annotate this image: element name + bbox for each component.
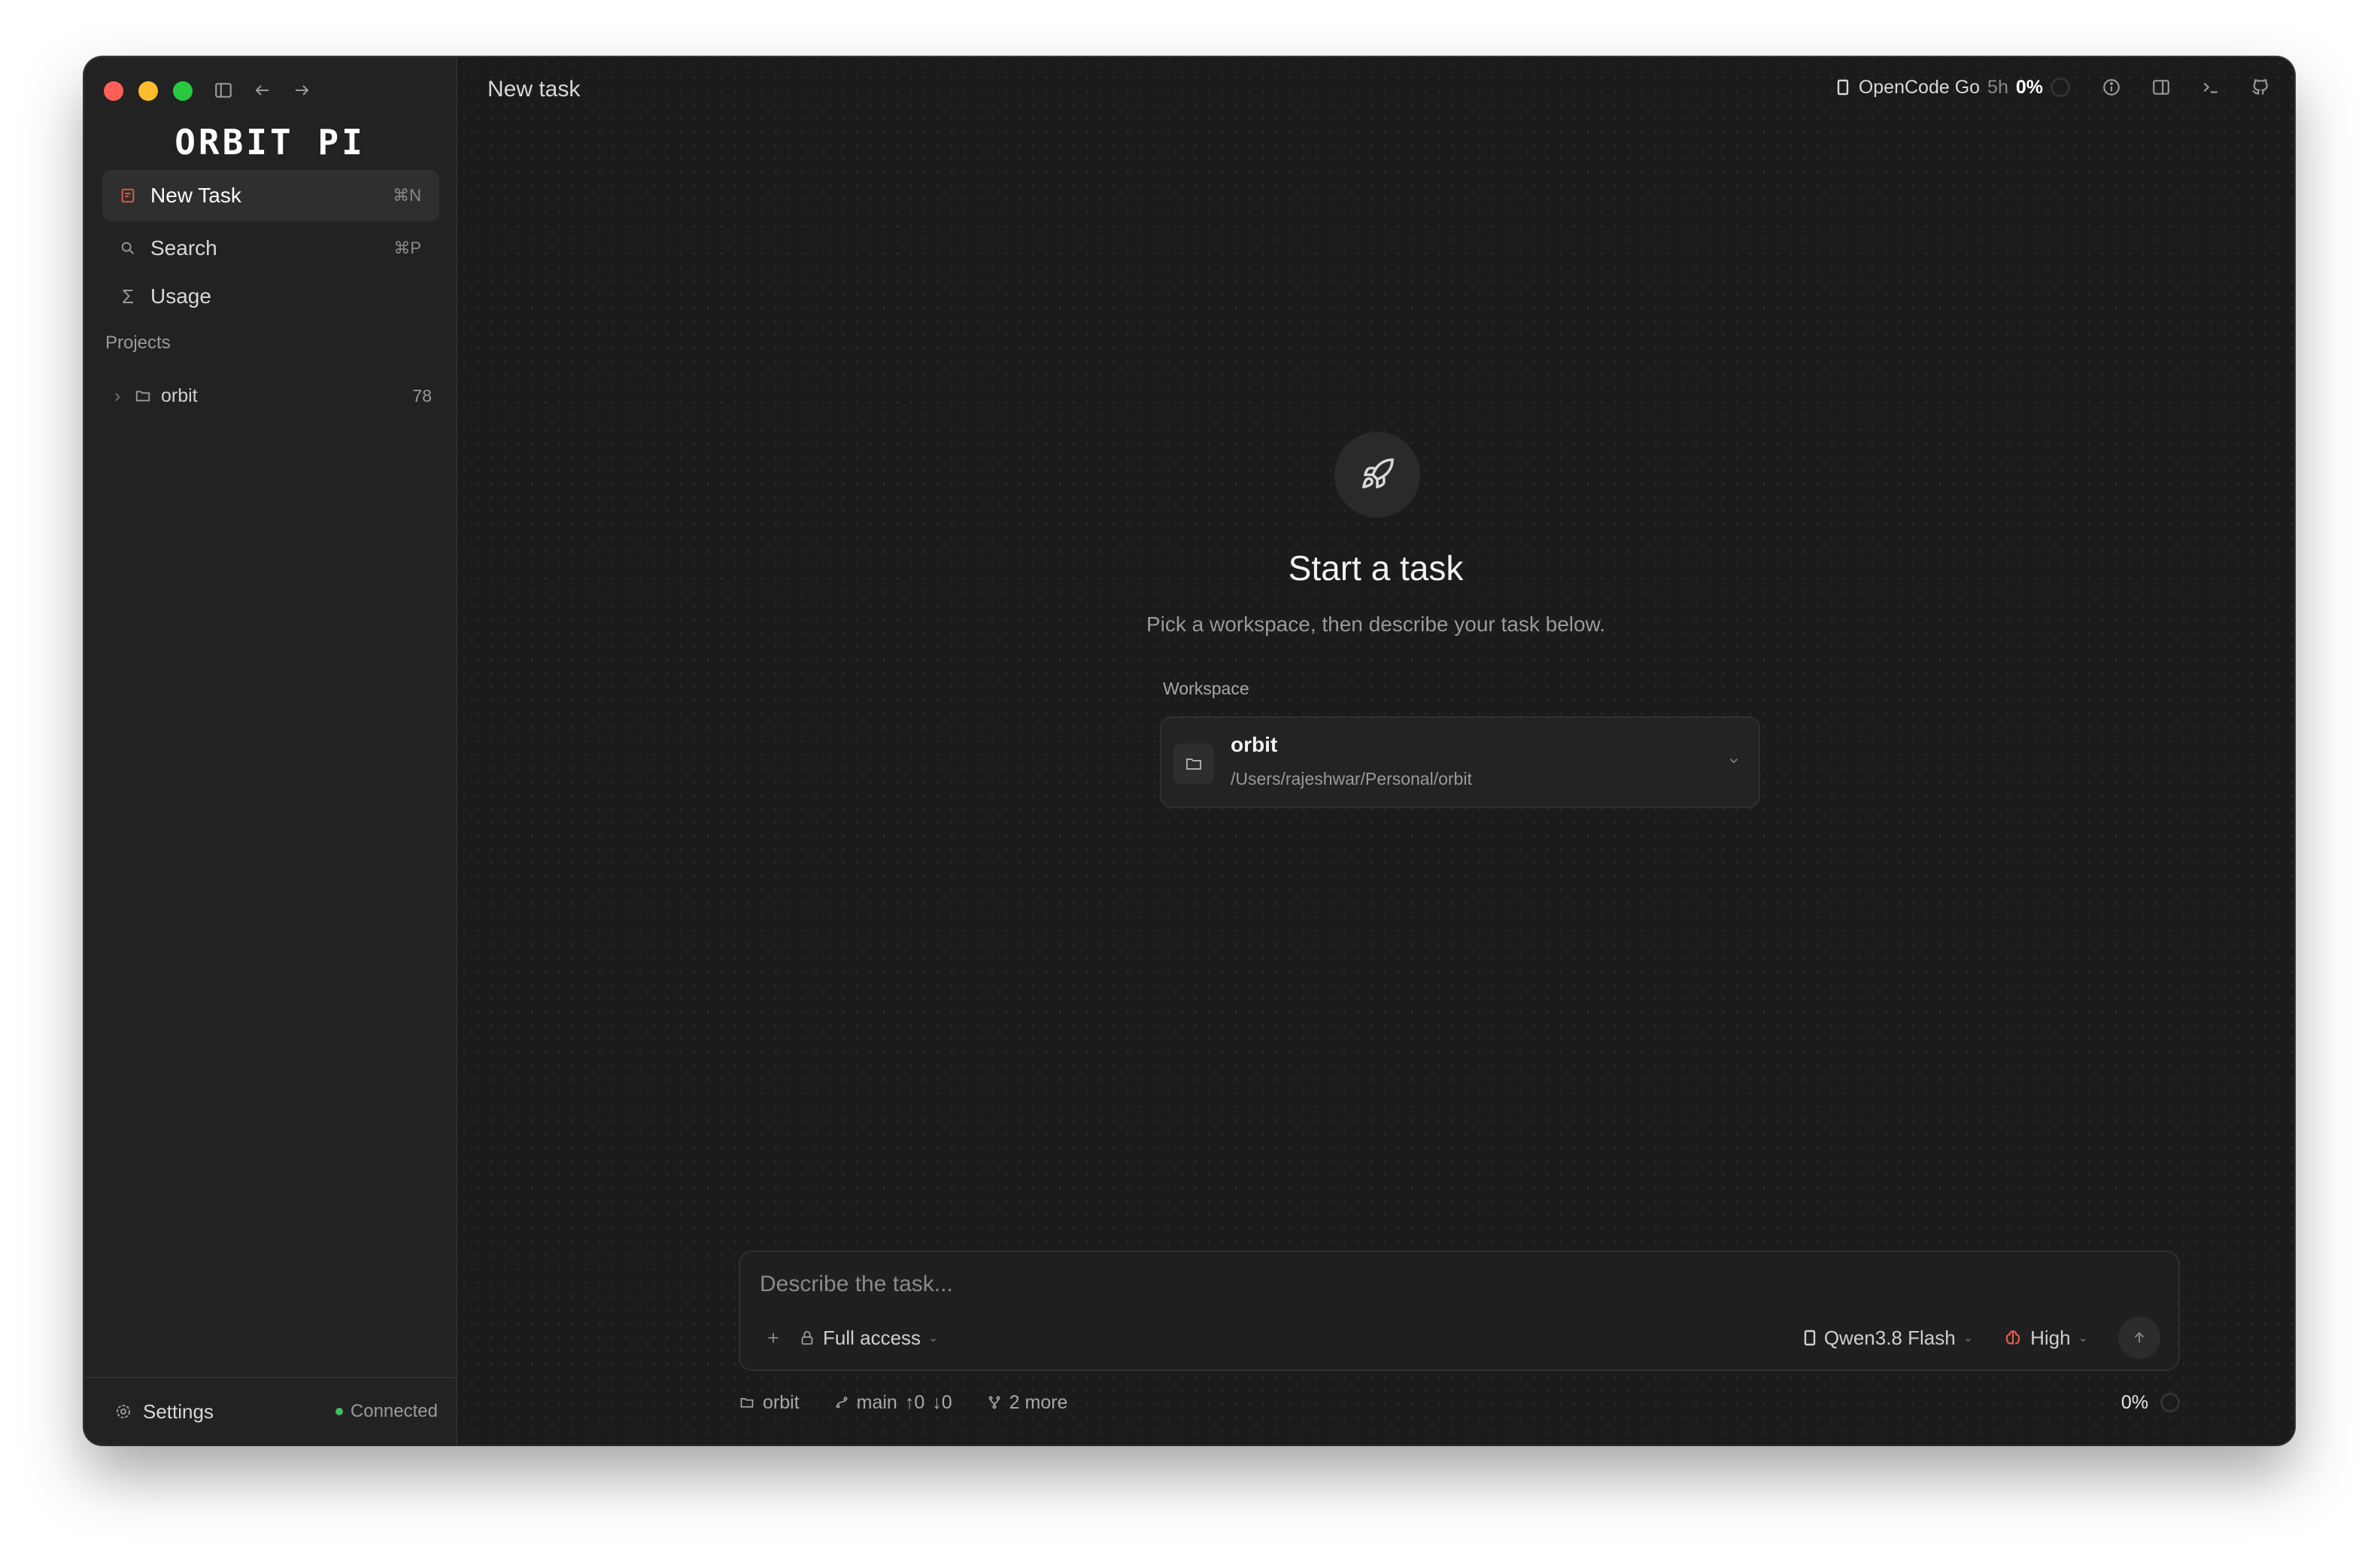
panel-toggle-icon[interactable]	[2150, 74, 2172, 101]
folder-icon	[740, 1398, 754, 1408]
send-button[interactable]	[2118, 1317, 2160, 1359]
usage-button[interactable]: Σ Usage	[102, 271, 439, 322]
chevron-right-icon[interactable]: ›	[114, 385, 129, 407]
main-panel: New task OpenCode Go 5h 0% Start a task …	[457, 57, 2294, 1445]
workspace-path: /Users/rajeshwar/Personal/orbit	[1231, 769, 1472, 789]
task-input[interactable]: Describe the task...	[760, 1272, 953, 1297]
close-window-button[interactable]	[104, 81, 123, 101]
window-controls	[104, 81, 193, 101]
back-arrow-icon[interactable]	[251, 77, 274, 104]
header-toolbar: OpenCode Go 5h 0%	[1836, 74, 2272, 101]
search-button[interactable]: Search ⌘P	[102, 223, 439, 274]
sidebar: ORBIT PI New Task ⌘N Search ⌘P Σ Usage P…	[84, 57, 457, 1445]
sidebar-footer: Settings Connected	[84, 1377, 456, 1445]
project-count: 78	[412, 385, 432, 406]
usage-label: Usage	[150, 284, 211, 308]
forward-arrow-icon[interactable]	[290, 77, 313, 104]
task-composer: Describe the task... Full access ⌄ Qwen3…	[739, 1251, 2180, 1371]
device-icon	[1837, 79, 1849, 96]
status-dot-icon	[335, 1408, 343, 1415]
search-icon	[117, 238, 138, 259]
usage-percent: 0%	[2015, 76, 2043, 98]
provider-indicator[interactable]: OpenCode Go	[1836, 77, 1980, 99]
chevron-down-icon	[1727, 754, 1741, 771]
model-label: Qwen3.8 Flash	[1823, 1326, 1956, 1349]
new-task-label: New Task	[150, 184, 241, 207]
settings-label: Settings	[143, 1399, 214, 1423]
folder-icon	[1173, 743, 1214, 784]
project-name: orbit	[161, 384, 198, 406]
branch-name: main	[856, 1391, 897, 1413]
github-icon[interactable]	[2249, 74, 2272, 101]
empty-state-subheading: Pick a workspace, then describe your tas…	[1146, 612, 1606, 636]
arrow-up-icon	[2134, 1332, 2145, 1343]
app-logo: ORBIT PI	[175, 122, 366, 163]
search-label: Search	[150, 236, 217, 260]
terminal-icon[interactable]	[2199, 74, 2222, 101]
settings-button[interactable]: Settings	[114, 1400, 214, 1424]
workspace-select[interactable]: orbit /Users/rajeshwar/Personal/orbit	[1160, 716, 1760, 808]
gear-icon	[114, 1403, 132, 1421]
usage-ring-icon	[2051, 77, 2070, 97]
git-fork-icon	[988, 1396, 1000, 1409]
status-bar: orbit main ↑0 ↓0 2 more 0%	[739, 1386, 2180, 1419]
minimize-window-button[interactable]	[138, 81, 158, 101]
projects-heading: Projects	[105, 333, 171, 353]
worktrees-indicator[interactable]: 2 more	[987, 1391, 1068, 1414]
commits-behind: ↓0	[932, 1391, 952, 1413]
project-indicator[interactable]: orbit	[739, 1392, 800, 1414]
rocket-icon	[1334, 432, 1420, 518]
lock-icon	[801, 1330, 813, 1345]
provider-name: OpenCode Go	[1858, 76, 1981, 98]
brain-icon	[2005, 1330, 2020, 1345]
info-icon[interactable]	[2100, 74, 2123, 101]
empty-state-heading: Start a task	[1288, 549, 1464, 588]
effort-label: High	[2030, 1326, 2071, 1349]
effort-select[interactable]: High ⌄	[2003, 1327, 2088, 1350]
branch-indicator[interactable]: main ↑0 ↓0	[834, 1392, 952, 1414]
project-indicator-label: orbit	[763, 1391, 800, 1413]
git-branch-icon	[836, 1396, 848, 1409]
new-task-shortcut: ⌘N	[393, 186, 421, 205]
context-ring-icon	[2160, 1393, 2180, 1412]
chevron-down-icon: ⌄	[928, 1332, 939, 1345]
page-title: New task	[487, 77, 581, 102]
workspace-label: Workspace	[1163, 679, 1249, 698]
context-percent: 0%	[2120, 1391, 2148, 1413]
access-mode-label: Full access	[823, 1326, 921, 1349]
commits-ahead: ↑0	[904, 1391, 925, 1413]
workspace-name: orbit	[1231, 733, 1278, 756]
new-task-icon	[117, 185, 138, 206]
model-select[interactable]: Qwen3.8 Flash ⌄	[1803, 1327, 1973, 1350]
connection-status-label: Connected	[350, 1401, 438, 1421]
folder-icon	[134, 387, 152, 404]
search-shortcut: ⌘P	[393, 239, 421, 257]
access-mode-select[interactable]: Full access ⌄	[799, 1327, 938, 1350]
connection-status: Connected	[335, 1401, 438, 1422]
worktrees-label: 2 more	[1009, 1391, 1068, 1413]
sidebar-toggle-icon[interactable]	[212, 77, 235, 104]
zoom-window-button[interactable]	[173, 81, 193, 101]
chevron-down-icon: ⌄	[2078, 1332, 2088, 1345]
new-task-button[interactable]: New Task ⌘N	[102, 170, 439, 221]
app-window: ORBIT PI New Task ⌘N Search ⌘P Σ Usage P…	[84, 57, 2294, 1445]
sigma-icon: Σ	[121, 284, 135, 308]
usage-window: 5h	[1987, 76, 2008, 98]
chevron-down-icon: ⌄	[1963, 1332, 1974, 1345]
device-icon	[1804, 1330, 1816, 1346]
add-attachment-button[interactable]	[758, 1330, 788, 1346]
project-item-orbit[interactable]: › orbit 78	[102, 373, 439, 418]
